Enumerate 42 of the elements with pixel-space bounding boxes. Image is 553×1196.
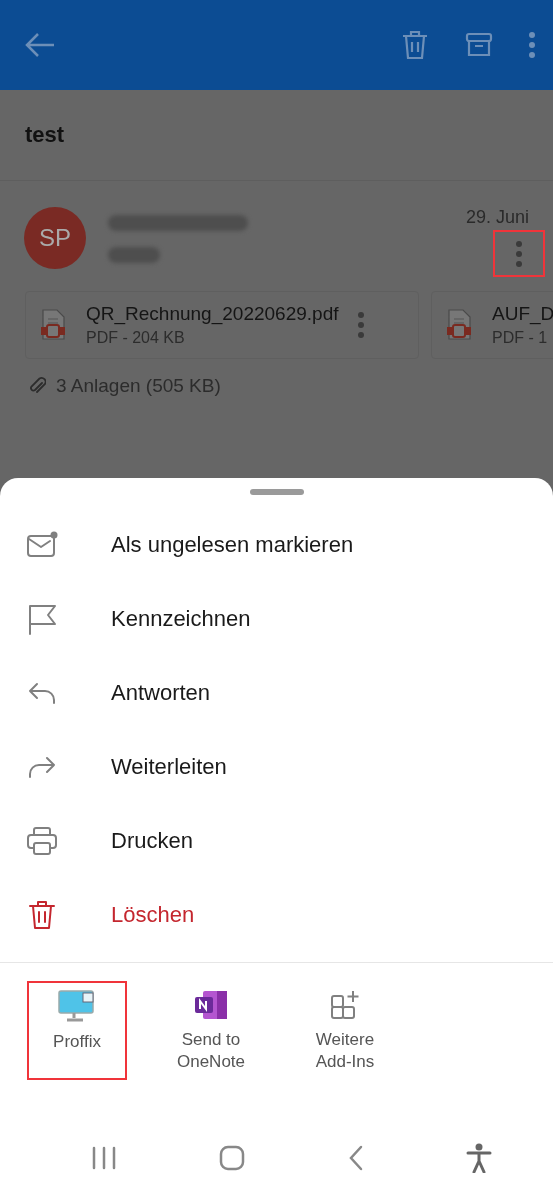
menu-item[interactable]: Antworten [0,656,553,730]
home-button[interactable] [219,1145,246,1171]
onenote-icon [193,989,229,1021]
attachment-summary: 3 Anlagen (505 KB) [56,375,221,397]
attachment-meta: PDF - 204 KB [86,329,186,347]
archive-button[interactable] [465,31,493,59]
envelope-icon [26,531,58,559]
delete-button[interactable] [401,29,429,61]
forward-icon [27,755,57,779]
printer-icon [26,826,58,856]
menu-item[interactable]: Kennzeichnen [0,582,553,656]
drag-handle[interactable] [249,489,304,495]
add-apps-icon [329,989,361,1021]
accessibility-button[interactable] [465,1143,492,1173]
monitor-icon [57,989,97,1023]
attachment-name: AUF_D [492,303,553,325]
addin-button[interactable]: Send to OneNote [161,981,261,1080]
pdf-file-icon [40,309,66,341]
reply-icon [27,681,57,705]
menu-item[interactable]: Weiterleiten [0,730,553,804]
menu-item[interactable]: Drucken [0,804,553,878]
email-date: 29. Juni [465,207,529,228]
pdf-file-icon [446,309,472,341]
attachment-meta: PDF - 1 [492,329,549,347]
email-subject: test [25,122,65,148]
flag-icon [27,603,57,635]
recent-apps-button[interactable] [91,1146,118,1170]
message-more-button[interactable] [493,230,545,277]
addin-button[interactable]: Proffix [27,981,127,1080]
attachment-name: QR_Rechnung_20220629.pdf [86,303,339,325]
trash-icon [28,899,56,931]
back-nav-button[interactable] [347,1145,364,1171]
blurred-recipient [108,247,160,263]
more-icon [516,240,522,267]
more-icon [358,312,365,338]
more-button[interactable] [529,32,535,58]
addin-button[interactable]: Weitere Add-Ins [295,981,395,1080]
sender-avatar: SP [24,207,86,269]
paperclip-icon [28,376,46,396]
menu-item[interactable]: Löschen [0,878,553,952]
menu-item[interactable]: Als ungelesen markieren [0,508,553,582]
back-button[interactable] [24,31,56,59]
